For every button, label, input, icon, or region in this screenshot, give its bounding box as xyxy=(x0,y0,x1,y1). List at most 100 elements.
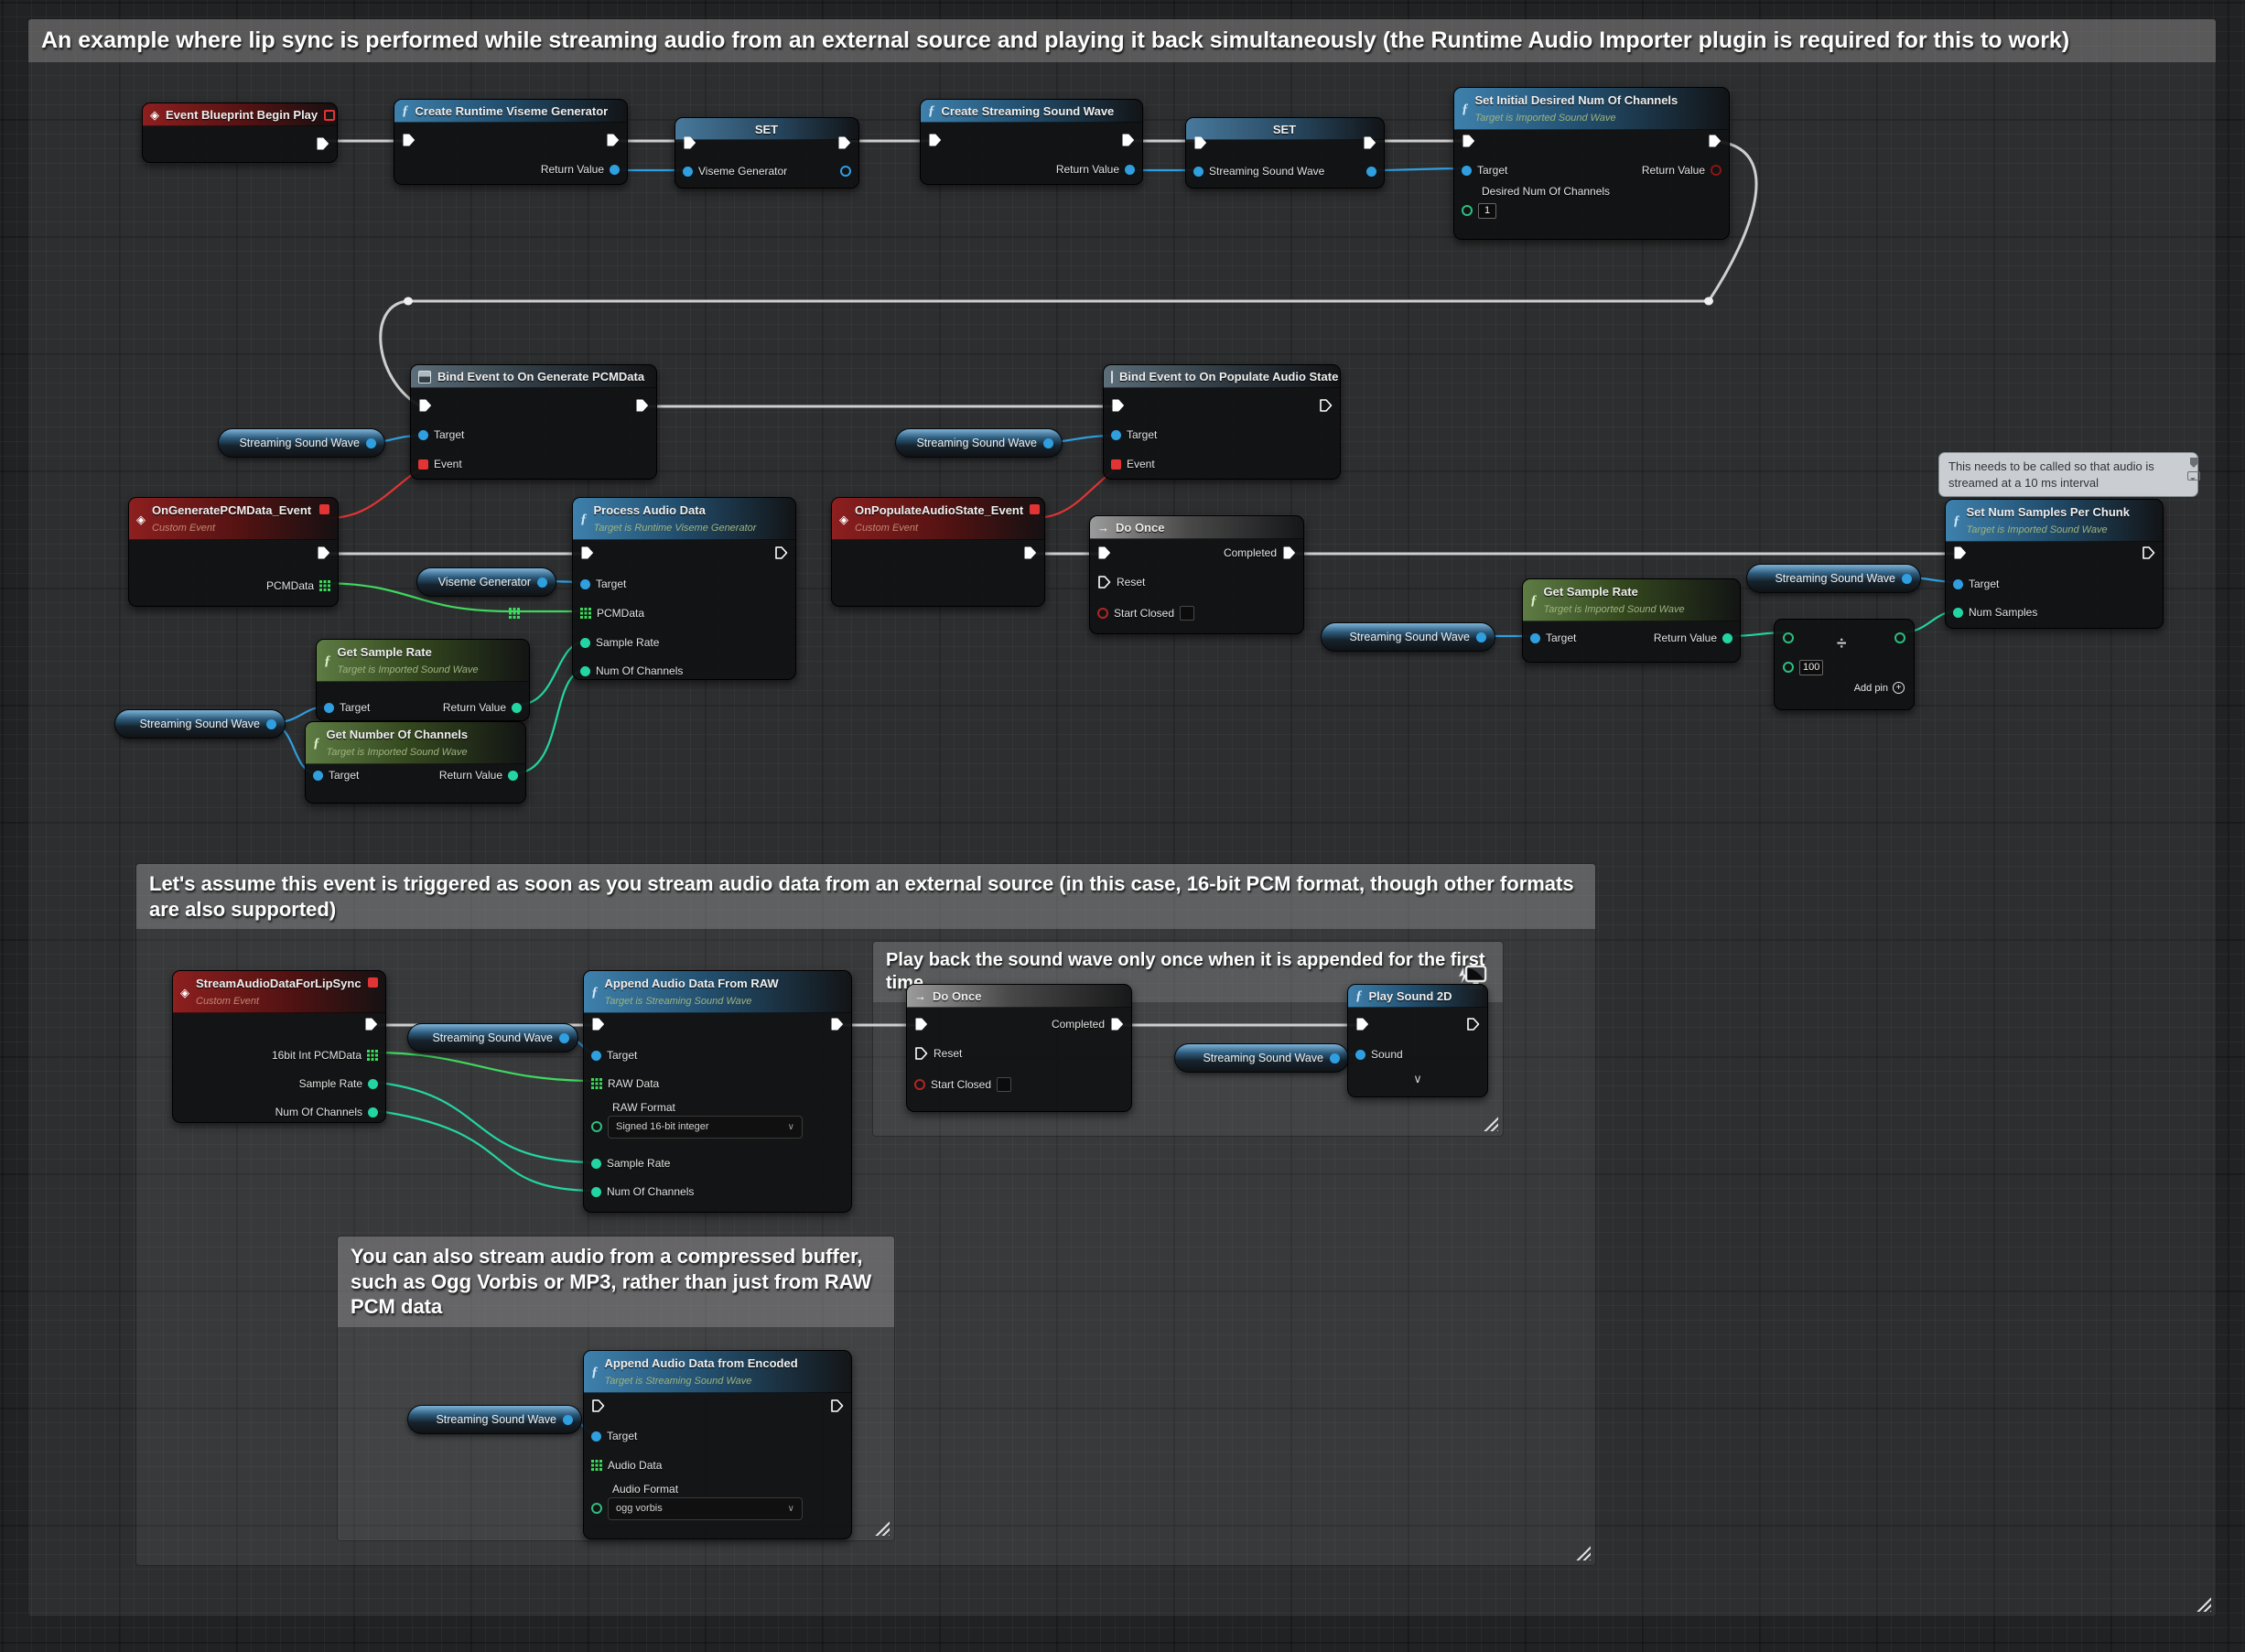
return-value-pin[interactable]: Return Value xyxy=(1056,158,1135,180)
comment-title-main[interactable]: An example where lip sync is performed w… xyxy=(28,19,2216,62)
node-header[interactable]: ƒ Append Audio Data From RAW Target is S… xyxy=(584,971,851,1013)
variable-out-pin[interactable] xyxy=(1366,160,1376,182)
audio-format-pin[interactable]: ogg vorbis ∨ xyxy=(591,1497,803,1519)
pcm16-pin[interactable]: 16bit Int PCMData xyxy=(272,1044,378,1066)
add-pin-button[interactable]: Add pin + xyxy=(1854,682,1905,694)
return-value-pin[interactable]: Return Value xyxy=(1654,627,1732,649)
node-do-once-2[interactable]: → Do Once Completed Reset Start Closed xyxy=(906,984,1132,1112)
node-header[interactable]: ◈ Event Blueprint Begin Play xyxy=(143,103,337,126)
target-pin[interactable]: Target xyxy=(591,1425,637,1447)
raw-format-dropdown[interactable]: Signed 16-bit integer ∨ xyxy=(608,1116,803,1139)
node-header[interactable]: ƒ Set Initial Desired Num Of Channels Ta… xyxy=(1454,88,1729,130)
var-out-pin[interactable] xyxy=(366,438,376,448)
node-header[interactable]: ƒ Create Runtime Viseme Generator xyxy=(394,100,627,123)
node-header[interactable]: SET xyxy=(1186,118,1384,140)
var-pill-streaming-sound-wave[interactable]: Streaming Sound Wave xyxy=(218,428,385,458)
num-samples-pin[interactable]: Num Samples xyxy=(1953,601,2037,623)
desired-num-pin[interactable]: 1 xyxy=(1462,200,1496,221)
exec-out-pin[interactable] xyxy=(364,1013,378,1035)
raw-data-pin[interactable]: RAW Data xyxy=(591,1073,659,1095)
var-pill-streaming-sound-wave[interactable]: Streaming Sound Wave xyxy=(114,709,286,739)
node-header[interactable]: → Do Once xyxy=(1090,516,1303,539)
event-pin[interactable]: Event xyxy=(418,453,462,475)
node-header[interactable]: ƒ Process Audio Data Target is Runtime V… xyxy=(573,498,795,540)
target-pin[interactable]: Target xyxy=(1953,573,1999,595)
completed-exec-out-pin[interactable]: Completed xyxy=(1224,542,1296,564)
reset-exec-in-pin[interactable]: Reset xyxy=(914,1042,962,1064)
desired-num-value[interactable]: 1 xyxy=(1478,203,1496,219)
exec-in-pin[interactable] xyxy=(1111,394,1125,416)
comment-resize-handle[interactable] xyxy=(2196,1596,2211,1612)
comment-resize-handle[interactable] xyxy=(1483,1116,1498,1131)
node-onpopulate-audiostate-event[interactable]: ◈ OnPopulateAudioState_Event Custom Even… xyxy=(831,497,1045,607)
start-closed-checkbox[interactable] xyxy=(997,1077,1011,1092)
expand-node-button[interactable]: ∨ xyxy=(1348,1074,1487,1084)
node-process-audio-data[interactable]: ƒ Process Audio Data Target is Runtime V… xyxy=(572,497,796,680)
start-closed-checkbox[interactable] xyxy=(1180,606,1194,621)
num-of-channels-pin[interactable]: Num Of Channels xyxy=(580,660,683,682)
node-set-viseme-generator[interactable]: SET Viseme Generator xyxy=(675,117,859,189)
node-set-streaming-sound-wave[interactable]: SET Streaming Sound Wave xyxy=(1185,117,1385,189)
variable-in-pin[interactable]: Viseme Generator xyxy=(683,160,787,182)
exec-out-pin[interactable] xyxy=(1363,132,1376,154)
exec-out-pin[interactable] xyxy=(1319,394,1333,416)
var-pill-streaming-sound-wave[interactable]: Streaming Sound Wave xyxy=(1321,622,1495,652)
divide-input-a-pin[interactable] xyxy=(1783,627,1794,649)
pcmdata-pin[interactable]: PCMData xyxy=(580,602,644,624)
node-header[interactable]: Bind Event to On Populate Audio State xyxy=(1104,365,1340,388)
exec-out-pin[interactable] xyxy=(317,542,330,564)
var-pill-streaming-sound-wave[interactable]: Streaming Sound Wave xyxy=(1174,1043,1349,1073)
audio-data-pin[interactable]: Audio Data xyxy=(591,1454,662,1476)
var-out-pin[interactable] xyxy=(1476,632,1486,642)
exec-out-pin[interactable] xyxy=(830,1395,844,1417)
var-out-pin[interactable] xyxy=(1043,438,1053,448)
var-out-pin[interactable] xyxy=(537,578,547,588)
node-get-sample-rate-2[interactable]: ƒ Get Sample Rate Target is Imported Sou… xyxy=(1522,578,1741,663)
node-append-audio-data-from-raw[interactable]: ƒ Append Audio Data From RAW Target is S… xyxy=(583,970,852,1213)
exec-out-pin[interactable] xyxy=(837,132,851,154)
exec-in-pin[interactable] xyxy=(683,132,696,154)
node-header[interactable]: ƒ Append Audio Data from Encoded Target … xyxy=(584,1351,851,1393)
return-value-pin[interactable]: Return Value xyxy=(1642,159,1722,181)
exec-in-pin[interactable] xyxy=(1193,132,1207,154)
event-pin[interactable]: Event xyxy=(1111,453,1155,475)
target-pin[interactable]: Target xyxy=(313,764,359,786)
var-pill-streaming-sound-wave[interactable]: Streaming Sound Wave xyxy=(895,428,1063,458)
exec-in-pin[interactable] xyxy=(591,1013,605,1035)
delegate-pin[interactable] xyxy=(368,977,378,988)
exec-in-pin[interactable] xyxy=(928,129,942,151)
divide-b-value[interactable]: 100 xyxy=(1799,660,1823,675)
node-get-sample-rate[interactable]: ƒ Get Sample Rate Target is Imported Sou… xyxy=(316,639,530,721)
var-pill-streaming-sound-wave[interactable]: Streaming Sound Wave xyxy=(407,1405,582,1434)
delegate-pin[interactable] xyxy=(1030,504,1040,514)
exec-in-pin[interactable] xyxy=(591,1395,605,1417)
pcmdata-pin[interactable]: PCMData xyxy=(266,575,330,597)
node-bind-event-on-populate-audio-state[interactable]: Bind Event to On Populate Audio State Ta… xyxy=(1103,364,1341,480)
node-append-audio-data-from-encoded[interactable]: ƒ Append Audio Data from Encoded Target … xyxy=(583,1350,852,1539)
exec-out-pin[interactable] xyxy=(2142,542,2155,564)
delegate-pin[interactable] xyxy=(319,504,329,514)
node-do-once-1[interactable]: → Do Once Completed Reset Start Closed xyxy=(1089,515,1304,634)
reset-exec-in-pin[interactable]: Reset xyxy=(1097,571,1145,593)
sample-rate-pin[interactable]: Sample Rate xyxy=(580,632,659,653)
var-pill-streaming-sound-wave[interactable]: Streaming Sound Wave xyxy=(1746,564,1921,593)
audio-format-dropdown[interactable]: ogg vorbis ∨ xyxy=(608,1497,803,1520)
var-out-pin[interactable] xyxy=(559,1033,569,1043)
node-header[interactable]: ◈ StreamAudioDataForLipSync Custom Event xyxy=(173,971,385,1013)
num-of-channels-pin[interactable]: Num Of Channels xyxy=(275,1101,378,1123)
node-header[interactable]: ƒ Play Sound 2D xyxy=(1348,985,1487,1008)
exec-in-pin[interactable] xyxy=(914,1013,928,1035)
node-set-num-samples-per-chunk[interactable]: ƒ Set Num Samples Per Chunk Target is Im… xyxy=(1945,499,2164,629)
sample-rate-pin[interactable]: Sample Rate xyxy=(299,1073,378,1095)
variable-in-pin[interactable]: Streaming Sound Wave xyxy=(1193,160,1324,182)
node-header[interactable]: ƒ Get Number Of Channels Target is Impor… xyxy=(306,722,525,764)
start-closed-pin[interactable]: Start Closed xyxy=(1097,602,1194,624)
exec-out-pin[interactable] xyxy=(830,1013,844,1035)
var-out-pin[interactable] xyxy=(1330,1053,1340,1064)
node-header[interactable]: ƒ Get Sample Rate Target is Imported Sou… xyxy=(1523,579,1740,621)
comment-bubble-icon[interactable] xyxy=(2187,471,2200,480)
exec-out-pin[interactable] xyxy=(316,133,329,155)
var-out-pin[interactable] xyxy=(1902,574,1912,584)
target-pin[interactable]: Target xyxy=(591,1044,637,1066)
variable-out-pin[interactable] xyxy=(840,160,851,182)
